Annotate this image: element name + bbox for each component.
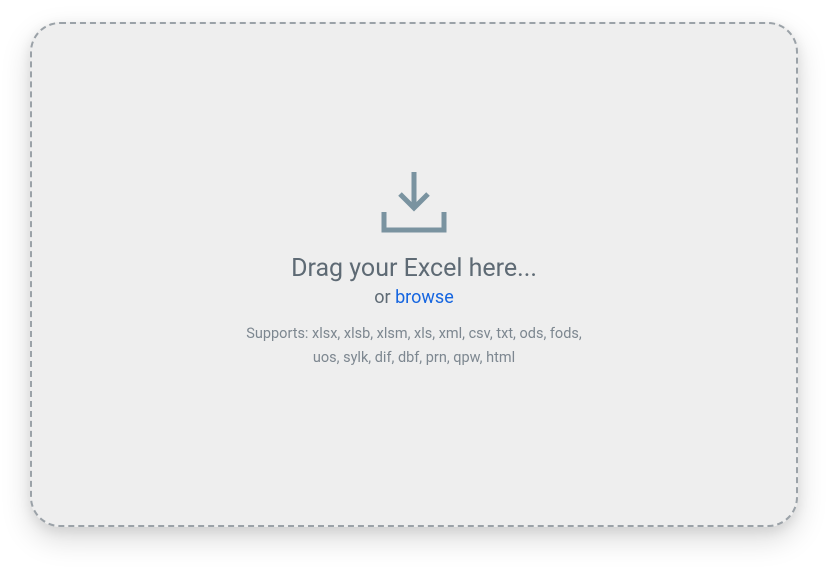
dropzone-sub-line: or browse <box>374 287 454 308</box>
or-text: or <box>374 287 395 308</box>
download-icon <box>376 168 452 236</box>
dropzone-content: Drag your Excel here... or browse Suppor… <box>234 168 594 370</box>
browse-link[interactable]: browse <box>395 287 454 308</box>
supported-formats-text: Supports: xlsx, xlsb, xlsm, xls, xml, cs… <box>234 322 594 370</box>
dropzone-main-text: Drag your Excel here... <box>291 254 537 283</box>
file-dropzone[interactable]: Drag your Excel here... or browse Suppor… <box>30 22 798 527</box>
